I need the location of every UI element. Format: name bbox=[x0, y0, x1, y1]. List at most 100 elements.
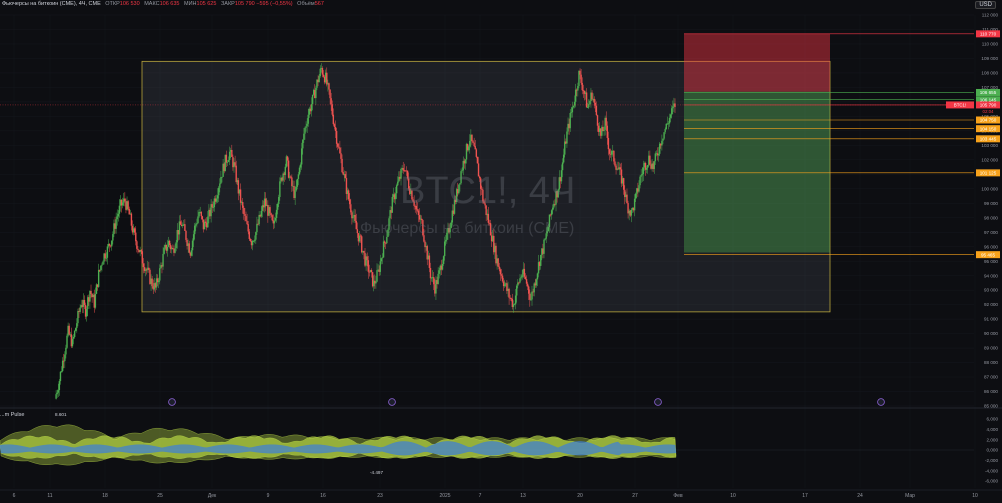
candle-body bbox=[166, 246, 169, 251]
candle-body bbox=[287, 160, 290, 178]
date-tick-label: 25 bbox=[157, 493, 163, 499]
price-tick-label: 92 000 bbox=[984, 302, 998, 307]
candle-body bbox=[657, 153, 660, 156]
candle-body bbox=[475, 149, 478, 157]
candle-body bbox=[102, 261, 104, 265]
candle-body bbox=[337, 143, 339, 147]
candle-body bbox=[334, 127, 337, 132]
indicator-max-label: 8.601 bbox=[55, 412, 67, 417]
candle-body bbox=[333, 124, 336, 128]
candle-body bbox=[304, 127, 306, 134]
candle-body bbox=[135, 232, 137, 242]
candle-body bbox=[519, 278, 521, 283]
price-level-tag-label: 105 790 bbox=[980, 103, 997, 108]
price-tick-label: 88 000 bbox=[984, 360, 998, 365]
candle-body bbox=[286, 156, 289, 161]
candle-body bbox=[204, 221, 207, 223]
candle-body bbox=[577, 86, 579, 91]
date-tick-label: 24 bbox=[857, 493, 863, 499]
candle-body bbox=[516, 285, 518, 296]
candle-body bbox=[531, 291, 533, 300]
candle-body bbox=[195, 224, 197, 226]
candle-body bbox=[536, 273, 539, 280]
event-marker-icon bbox=[388, 398, 396, 406]
candle-body bbox=[226, 161, 229, 163]
price-tick-label: 86 000 bbox=[984, 389, 998, 394]
candle-body bbox=[672, 106, 674, 109]
candle-body bbox=[247, 224, 249, 232]
candle-body bbox=[504, 284, 506, 287]
candle-body bbox=[394, 193, 397, 200]
candle-body bbox=[540, 254, 542, 266]
open-label: ОТКР bbox=[105, 1, 120, 7]
price-tick-label: 95 000 bbox=[984, 259, 998, 264]
candle-body bbox=[607, 137, 610, 150]
candle-body bbox=[376, 270, 378, 282]
candle-body bbox=[79, 307, 81, 312]
candle-body bbox=[188, 243, 190, 253]
price-tick-label: 110 000 bbox=[982, 42, 999, 47]
candle-body bbox=[270, 213, 272, 216]
open-value: 106 530 bbox=[119, 1, 140, 7]
candle-body bbox=[321, 68, 324, 75]
candle-body bbox=[638, 185, 640, 192]
candle-body bbox=[99, 269, 101, 271]
candle-body bbox=[595, 105, 598, 116]
date-tick-label: 17 bbox=[802, 493, 808, 499]
candle-body bbox=[654, 153, 657, 162]
candle-body bbox=[255, 232, 257, 240]
candle-body bbox=[104, 253, 106, 259]
candle-body bbox=[248, 231, 250, 239]
candle-body bbox=[441, 263, 444, 270]
price-level-tag-label: 110 770 bbox=[980, 32, 997, 37]
candle-body bbox=[613, 150, 615, 162]
candle-body bbox=[339, 147, 341, 154]
candle-body bbox=[332, 114, 335, 125]
candle-body bbox=[115, 219, 117, 229]
candle-body bbox=[668, 117, 671, 124]
close-label: ЗАКР bbox=[220, 1, 235, 7]
candle-body bbox=[355, 220, 357, 230]
candle-body bbox=[118, 205, 121, 214]
candle-body bbox=[137, 248, 139, 250]
candle-body bbox=[635, 193, 637, 199]
candle-body bbox=[633, 198, 636, 211]
candle-body bbox=[608, 149, 611, 154]
candle-body bbox=[211, 204, 213, 208]
candle-body bbox=[159, 268, 161, 281]
date-tick-label: 23 bbox=[377, 493, 383, 499]
candle-body bbox=[525, 279, 528, 284]
currency-button[interactable]: USD bbox=[975, 1, 996, 9]
date-tick-label: Дек bbox=[208, 493, 217, 499]
candle-body bbox=[243, 207, 245, 215]
candle-body bbox=[645, 167, 648, 170]
candle-body bbox=[594, 102, 597, 106]
candle-body bbox=[443, 241, 446, 257]
candle-body bbox=[278, 196, 280, 204]
candle-body bbox=[603, 129, 605, 132]
price-tick-label: 87 000 bbox=[984, 375, 998, 380]
symbol-header[interactable]: Фьючерсы на биткоин (CME), 4Ч, CME ОТКР1… bbox=[2, 1, 324, 7]
candle-body bbox=[124, 198, 126, 202]
event-marker-icon bbox=[168, 398, 176, 406]
indicator-name[interactable]: ...m Pulse bbox=[0, 412, 24, 418]
candle-body bbox=[474, 146, 476, 150]
price-tick-label: 102 000 bbox=[981, 157, 998, 162]
candle-body bbox=[71, 338, 74, 347]
candle-body bbox=[218, 187, 220, 196]
candle-body bbox=[579, 70, 581, 75]
candle-body bbox=[469, 140, 471, 147]
candle-body bbox=[363, 250, 365, 253]
candle-body bbox=[328, 83, 330, 90]
candle-body bbox=[514, 295, 517, 305]
date-tick-label: 7 bbox=[479, 493, 482, 499]
chart-canvas[interactable]: 112 000111 000110 000109 000108 000107 0… bbox=[0, 0, 1002, 503]
candle-body bbox=[66, 335, 68, 348]
symbol-title: Фьючерсы на биткоин (CME), 4Ч, CME bbox=[2, 1, 101, 7]
price-tick-label: 108 000 bbox=[981, 71, 998, 76]
candle-body bbox=[588, 104, 590, 108]
close-value: 105 790 bbox=[234, 1, 255, 7]
indicator-tick-label: -2,000 bbox=[985, 458, 998, 463]
candle-body bbox=[530, 299, 532, 301]
candle-body bbox=[649, 155, 651, 165]
